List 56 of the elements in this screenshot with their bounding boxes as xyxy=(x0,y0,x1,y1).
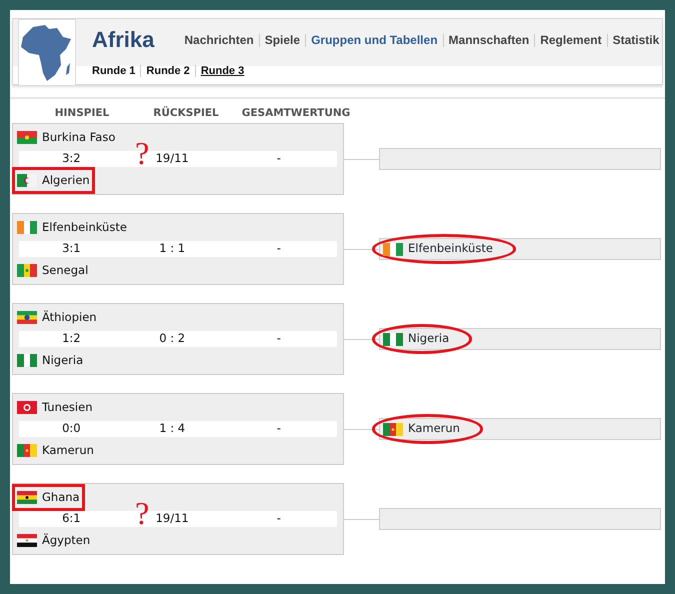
aggregate-score: - xyxy=(276,150,281,168)
flag-icon xyxy=(383,332,403,346)
team-name: Elfenbeinküste xyxy=(42,218,127,236)
first-leg-score: 1:2 xyxy=(62,330,81,348)
round-tab[interactable]: Runde 3 xyxy=(194,64,250,77)
flag-icon xyxy=(17,311,37,324)
team-name: Kamerun xyxy=(42,442,94,459)
aggregate-score: - xyxy=(276,510,281,528)
first-leg-score: 0:0 xyxy=(62,420,81,438)
flag-icon xyxy=(17,491,37,504)
second-leg-score: 0 : 2 xyxy=(159,330,186,348)
round-tab[interactable]: Runde 1 xyxy=(92,64,140,77)
flag-icon xyxy=(17,444,37,457)
nav-link[interactable]: Spiele xyxy=(258,34,306,47)
flag-icon xyxy=(383,422,403,436)
team-name: Ägypten xyxy=(42,532,90,549)
flag-icon xyxy=(17,354,37,367)
aggregate-score: - xyxy=(276,240,281,258)
question-mark: ? xyxy=(135,497,150,529)
second-leg-score: 1 : 1 xyxy=(159,240,186,258)
team-name: Nigeria xyxy=(408,330,450,348)
second-leg-score: 1 : 4 xyxy=(159,420,186,438)
flag-icon xyxy=(17,131,37,144)
flag-icon xyxy=(17,401,37,414)
flag-icon xyxy=(17,174,37,187)
team-name: Algerien xyxy=(42,172,90,189)
column-header: RÜCKSPIEL xyxy=(152,106,220,122)
page-title: Afrika xyxy=(92,29,154,52)
team-name: Äthiopien xyxy=(42,308,97,326)
nav-link[interactable]: Nachrichten xyxy=(184,34,259,47)
team-name: Nigeria xyxy=(42,352,84,369)
flag-icon xyxy=(17,534,37,547)
nav-link[interactable]: Mannschaften xyxy=(442,34,534,47)
flag-icon xyxy=(17,221,37,234)
first-leg-score: 3:1 xyxy=(62,240,81,258)
nav-link[interactable]: Gruppen und Tabellen xyxy=(305,34,443,47)
flag-icon xyxy=(383,242,403,256)
team-name: Elfenbeinküste xyxy=(408,240,493,258)
flag-icon xyxy=(17,264,37,277)
column-header: GESAMTWERTUNG xyxy=(240,106,352,122)
second-leg-score: 19/11 xyxy=(156,510,189,528)
nav-link[interactable]: Reglement xyxy=(534,34,607,47)
team-name: Ghana xyxy=(42,488,80,506)
first-leg-score: 6:1 xyxy=(62,510,81,528)
team-name: Kamerun xyxy=(408,420,460,438)
first-leg-score: 3:2 xyxy=(62,150,81,168)
question-mark: ? xyxy=(135,137,150,169)
team-name: Burkina Faso xyxy=(42,128,116,146)
aggregate-score: - xyxy=(276,420,281,438)
nav-link[interactable]: Statistik xyxy=(606,34,664,47)
column-header: HINSPIEL xyxy=(54,106,110,122)
second-leg-score: 19/11 xyxy=(156,150,189,168)
team-name: Tunesien xyxy=(42,398,92,416)
aggregate-score: - xyxy=(276,330,281,348)
round-tab[interactable]: Runde 2 xyxy=(140,64,195,77)
team-name: Senegal xyxy=(42,262,88,279)
